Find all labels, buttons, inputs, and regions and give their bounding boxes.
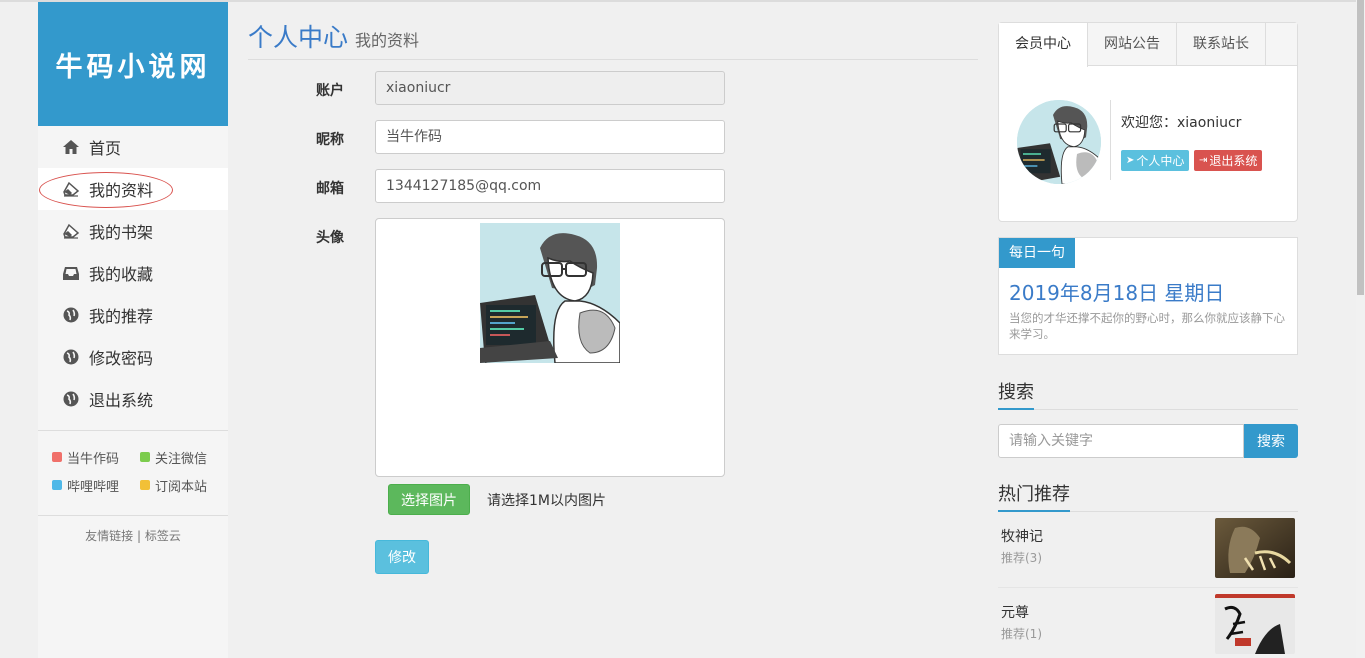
tab-bar: 会员中心 网站公告 联系站长 [999,23,1297,67]
book-title[interactable]: 牧神记 [1001,526,1043,546]
search-button[interactable]: 搜索 [1244,424,1298,458]
signout-icon: ⇥ [1199,155,1208,166]
search-title: 搜索 [998,378,1034,410]
inbox-icon [63,267,79,280]
book-cover[interactable] [1215,594,1295,654]
page-subtitle: 我的资料 [355,31,420,50]
globe-icon [63,307,79,323]
divider [38,515,228,516]
image-hint: 请选择1M以内图片 [487,493,606,509]
tab-member-center[interactable]: 会员中心 [999,23,1088,67]
sidebar-item-label: 退出系统 [89,391,154,410]
sidebar-item-label: 我的推荐 [89,307,154,326]
right-panel: 会员中心 网站公告 联系站长 欢迎您：xiaoniucr ➤ 个人中心 ⇥ 退出… [998,22,1298,658]
daily-tag: 每日一句 [999,238,1075,268]
globe-icon [63,349,79,365]
sidebar-item-bookshelf[interactable]: 我的书架 [38,210,228,252]
avatar[interactable] [1017,100,1101,184]
sidebar-item-label: 首页 [89,139,122,158]
dot-icon [140,480,150,490]
logout-button[interactable]: ⇥ 退出系统 [1194,150,1263,171]
daily-quote: 当您的才华还撑不起你的野心时，那么你就应该静下心来学习。 [1009,311,1285,341]
scrollbar[interactable] [1356,0,1365,658]
member-panel: 会员中心 网站公告 联系站长 欢迎您：xiaoniucr ➤ 个人中心 ⇥ 退出… [998,22,1298,222]
book-rec-count: 推荐(3) [1001,551,1042,565]
email-label: 邮箱 [316,181,344,197]
search-section-title: 搜索 [998,378,1298,410]
page-title: 个人中心 [248,23,349,52]
link-label: 订阅本站 [155,479,208,495]
account-label: 账户 [316,83,344,99]
sidebar-item-home[interactable]: 首页 [38,126,228,168]
globe-icon [63,391,79,407]
home-icon [63,140,79,154]
submit-button[interactable]: 修改 [375,540,429,574]
sidebar-item-label: 我的收藏 [89,265,154,284]
avatar-label: 头像 [316,230,344,246]
eraser-icon [63,223,80,239]
user-center-label: 个人中心 [1136,154,1185,168]
search-input[interactable]: 请输入关键字 [998,424,1244,458]
link-bilibili[interactable]: 哔哩哔哩 [52,476,140,495]
sidebar-nav: 首页 我的资料 我的书架 我的收藏 我的推荐 修改密码 退出系统 [38,126,228,420]
dot-icon [140,452,150,462]
book-cover[interactable] [1215,518,1295,578]
send-icon: ➤ [1126,155,1135,166]
user-info: 欢迎您：xiaoniucr ➤ 个人中心 ⇥ 退出系统 [999,66,1297,221]
link-label: 关注微信 [155,451,208,467]
daily-date: 2019年8月18日 星期日 [1009,281,1225,305]
avatar-preview-box[interactable] [375,218,725,477]
account-field: xiaoniucr [375,71,725,105]
avatar-image [1017,100,1101,184]
book-cover-image [1215,518,1295,578]
hot-title: 热门推荐 [998,480,1070,512]
book-title[interactable]: 元尊 [1001,602,1029,622]
list-item[interactable]: 元尊 推荐(1) [998,588,1298,658]
link-label: 哔哩哔哩 [67,479,120,495]
sidebar-item-recommend[interactable]: 我的推荐 [38,294,228,336]
page-header: 个人中心 我的资料 [248,18,978,60]
sidebar: 牛码小说网 首页 我的资料 我的书架 我的收藏 我的推荐 修改密码 退出系统 当… [38,2,228,658]
link-wechat[interactable]: 关注微信 [140,448,228,467]
sidebar-item-label: 我的书架 [89,223,154,242]
user-center-button[interactable]: ➤ 个人中心 [1121,150,1190,171]
main-content: 个人中心 我的资料 账户 xiaoniucr 昵称 当牛作码 邮箱 134412… [248,18,978,574]
tab-contact[interactable]: 联系站长 [1177,23,1266,66]
dot-icon [52,452,62,462]
email-field[interactable]: 1344127185@qq.com [375,169,725,203]
tab-announcements[interactable]: 网站公告 [1088,23,1177,66]
friend-links[interactable]: 友情链接 | 标签云 [38,527,228,544]
welcome-text: 欢迎您：xiaoniucr [1121,115,1242,131]
book-rec-count: 推荐(1) [1001,627,1042,641]
dot-icon [52,480,62,490]
nickname-field[interactable]: 当牛作码 [375,120,725,154]
link-subscribe[interactable]: 订阅本站 [140,476,228,495]
highlight-circle [39,172,173,208]
sidebar-item-change-password[interactable]: 修改密码 [38,336,228,378]
book-cover-image [1215,594,1295,654]
sidebar-item-favorites[interactable]: 我的收藏 [38,252,228,294]
sidebar-item-label: 修改密码 [89,349,154,368]
sidebar-item-profile[interactable]: 我的资料 [38,168,228,210]
logout-label: 退出系统 [1209,154,1258,168]
hot-section-title: 热门推荐 [998,480,1298,512]
nickname-label: 昵称 [316,132,344,148]
scrollbar-thumb[interactable] [1357,0,1364,295]
avatar-image [480,223,620,363]
link-dangniuzuoma[interactable]: 当牛作码 [52,448,140,467]
select-image-button[interactable]: 选择图片 [388,484,470,515]
search-bar: 请输入关键字 搜索 [998,424,1298,458]
list-item[interactable]: 牧神记 推荐(3) [998,512,1298,588]
sidebar-item-logout[interactable]: 退出系统 [38,378,228,420]
daily-quote-panel: 每日一句 2019年8月18日 星期日 当您的才华还撑不起你的野心时，那么你就应… [998,237,1298,355]
link-label: 当牛作码 [67,451,120,467]
site-logo[interactable]: 牛码小说网 [38,2,228,126]
divider [1110,100,1111,180]
social-links: 当牛作码 关注微信 哔哩哔哩 订阅本站 [38,431,228,499]
